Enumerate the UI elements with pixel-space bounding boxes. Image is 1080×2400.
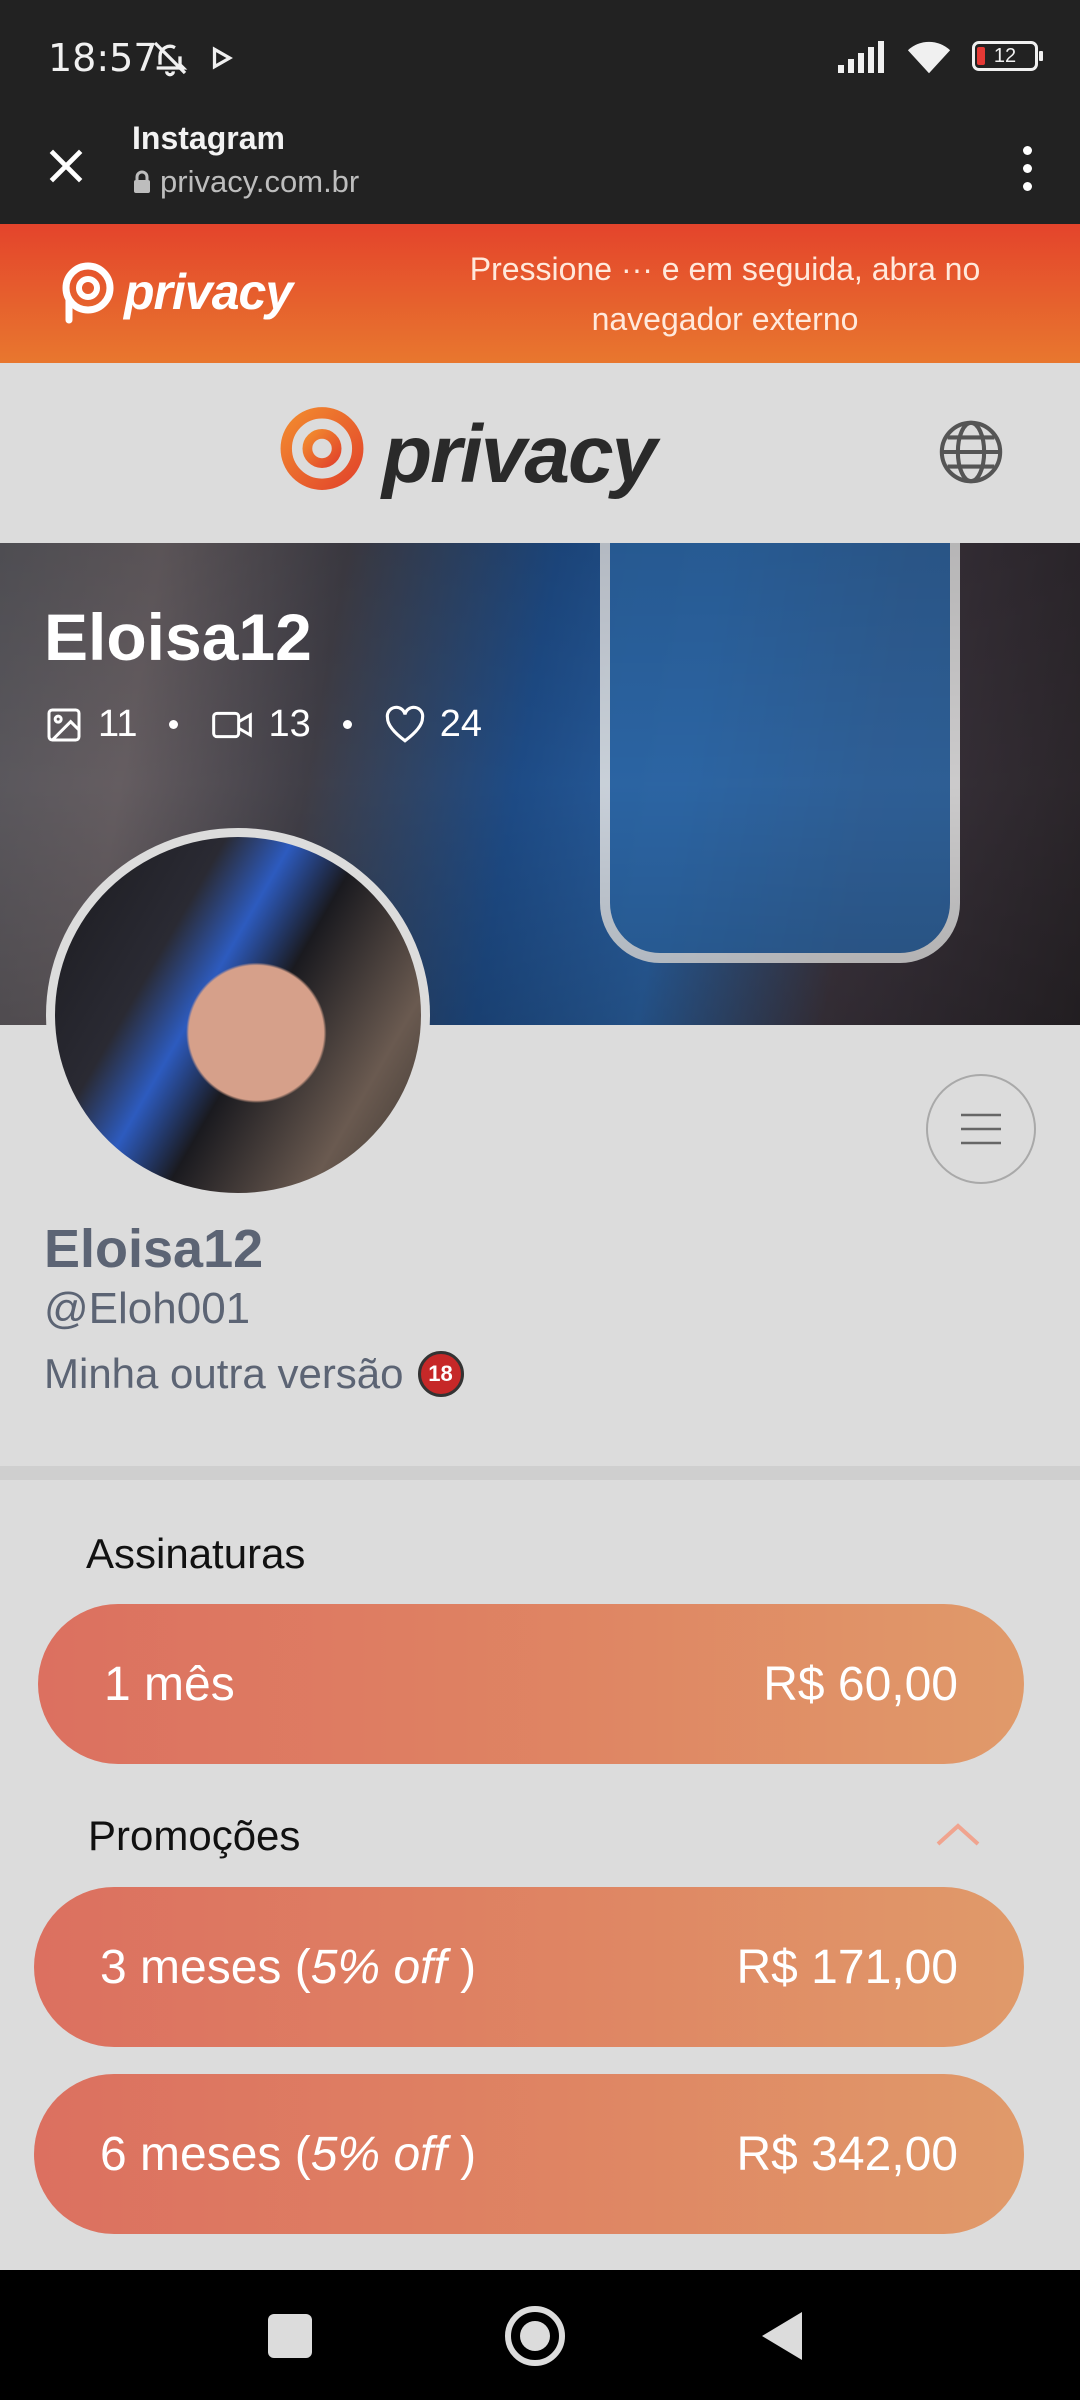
- status-icons-right: 12: [836, 38, 1043, 74]
- signal-icon: [838, 41, 884, 73]
- language-button[interactable]: [936, 417, 1006, 487]
- section-divider: [0, 1466, 1080, 1480]
- site-logo[interactable]: privacy: [276, 403, 657, 507]
- profile-handle: @Eloh001: [44, 1284, 251, 1333]
- heart-icon: [385, 705, 424, 743]
- browser-toolbar: Instagram privacy.com.br: [0, 118, 1080, 224]
- photo-count: 11: [98, 703, 138, 745]
- browser-url[interactable]: privacy.com.br: [132, 164, 359, 200]
- bell-off-icon: [153, 41, 188, 77]
- back-button[interactable]: [762, 2312, 802, 2360]
- plan-label: 1 mês: [104, 1657, 235, 1711]
- privacy-logo-icon: [62, 262, 114, 324]
- cover-name: Eloisa12: [44, 600, 312, 674]
- plan-label: 6 meses (5% off ): [100, 2127, 477, 2181]
- plan-price: R$ 171,00: [736, 1940, 958, 1994]
- status-time: 18:57: [48, 36, 158, 80]
- promotions-title: Promoções: [88, 1812, 301, 1859]
- plan-3-months-button[interactable]: 3 meses (5% off ) R$ 171,00: [34, 1887, 1024, 2047]
- plan-1-month-button[interactable]: 1 mês R$ 60,00: [38, 1604, 1024, 1764]
- chevron-up-icon[interactable]: [932, 1816, 984, 1850]
- banner-logo: privacy: [60, 260, 293, 324]
- recents-button[interactable]: [268, 2314, 312, 2358]
- status-bar: 18:57 12: [0, 0, 1080, 118]
- more-options-button[interactable]: [1002, 136, 1052, 200]
- under-18-badge-icon: 18: [417, 1351, 464, 1397]
- video-icon: [212, 711, 253, 738]
- banner-message: Pressione ··· e em seguida, abra no nave…: [469, 251, 981, 337]
- battery-indicator: 12: [972, 41, 1043, 71]
- status-icons-left: [150, 38, 234, 78]
- image-icon: [47, 708, 81, 741]
- privacy-logo-icon: [280, 407, 364, 507]
- like-count: 24: [439, 703, 483, 745]
- plan-price: R$ 60,00: [763, 1657, 958, 1711]
- globe-icon: [939, 420, 1003, 484]
- plan-label: 3 meses (5% off ): [100, 1940, 477, 1994]
- more-vert-icon: [1022, 145, 1032, 155]
- banner-logo-text: privacy: [124, 264, 293, 320]
- subscriptions-title: Assinaturas: [86, 1530, 306, 1577]
- home-button[interactable]: [505, 2306, 565, 2366]
- menu-icon: [961, 1113, 1001, 1145]
- menu-list-button[interactable]: [926, 1074, 1036, 1184]
- home-icon: [520, 2321, 550, 2351]
- plan-price: R$ 342,00: [736, 2127, 958, 2181]
- browser-url-text: privacy.com.br: [160, 164, 360, 199]
- plan-6-months-button[interactable]: 6 meses (5% off ) R$ 342,00: [34, 2074, 1024, 2234]
- profile-bio-text: Minha outra versão: [44, 1350, 404, 1397]
- avatar-photo: [55, 837, 421, 1193]
- lock-icon: [134, 170, 150, 193]
- video-count: 13: [268, 703, 311, 745]
- site-logo-text: privacy: [382, 409, 657, 500]
- close-icon: [49, 149, 83, 183]
- close-button[interactable]: [36, 136, 96, 196]
- open-external-banner: privacy Pressione ··· e em seguida, abra…: [0, 224, 1080, 363]
- wifi-icon: [907, 41, 951, 74]
- play-icon: [212, 46, 233, 70]
- profile-bio: Minha outra versão 18: [44, 1350, 464, 1398]
- browser-title: Instagram: [132, 120, 285, 156]
- profile-name: Eloisa12: [44, 1219, 264, 1279]
- site-header: privacy: [0, 363, 1080, 543]
- profile-avatar[interactable]: [46, 828, 430, 1202]
- cover-stats: 11 13 24: [44, 703, 482, 746]
- system-nav-bar: [0, 2270, 1080, 2400]
